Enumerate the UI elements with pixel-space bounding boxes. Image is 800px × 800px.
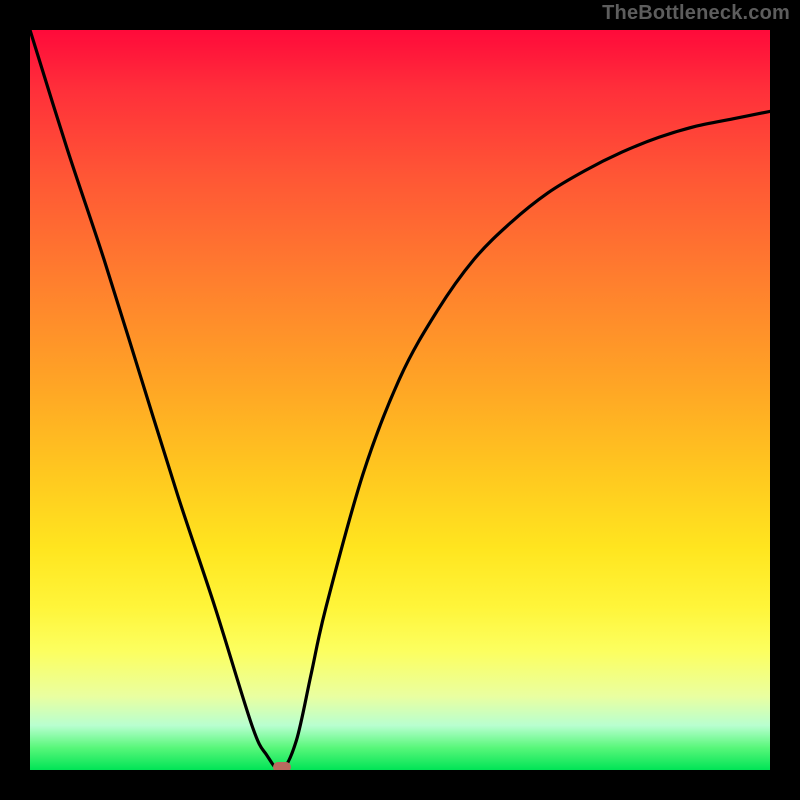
plot-area [30, 30, 770, 770]
bottleneck-curve [30, 30, 770, 770]
minimum-marker [273, 762, 291, 770]
curve-path [30, 30, 770, 770]
chart-frame: TheBottleneck.com [0, 0, 800, 800]
watermark-text: TheBottleneck.com [602, 2, 790, 25]
